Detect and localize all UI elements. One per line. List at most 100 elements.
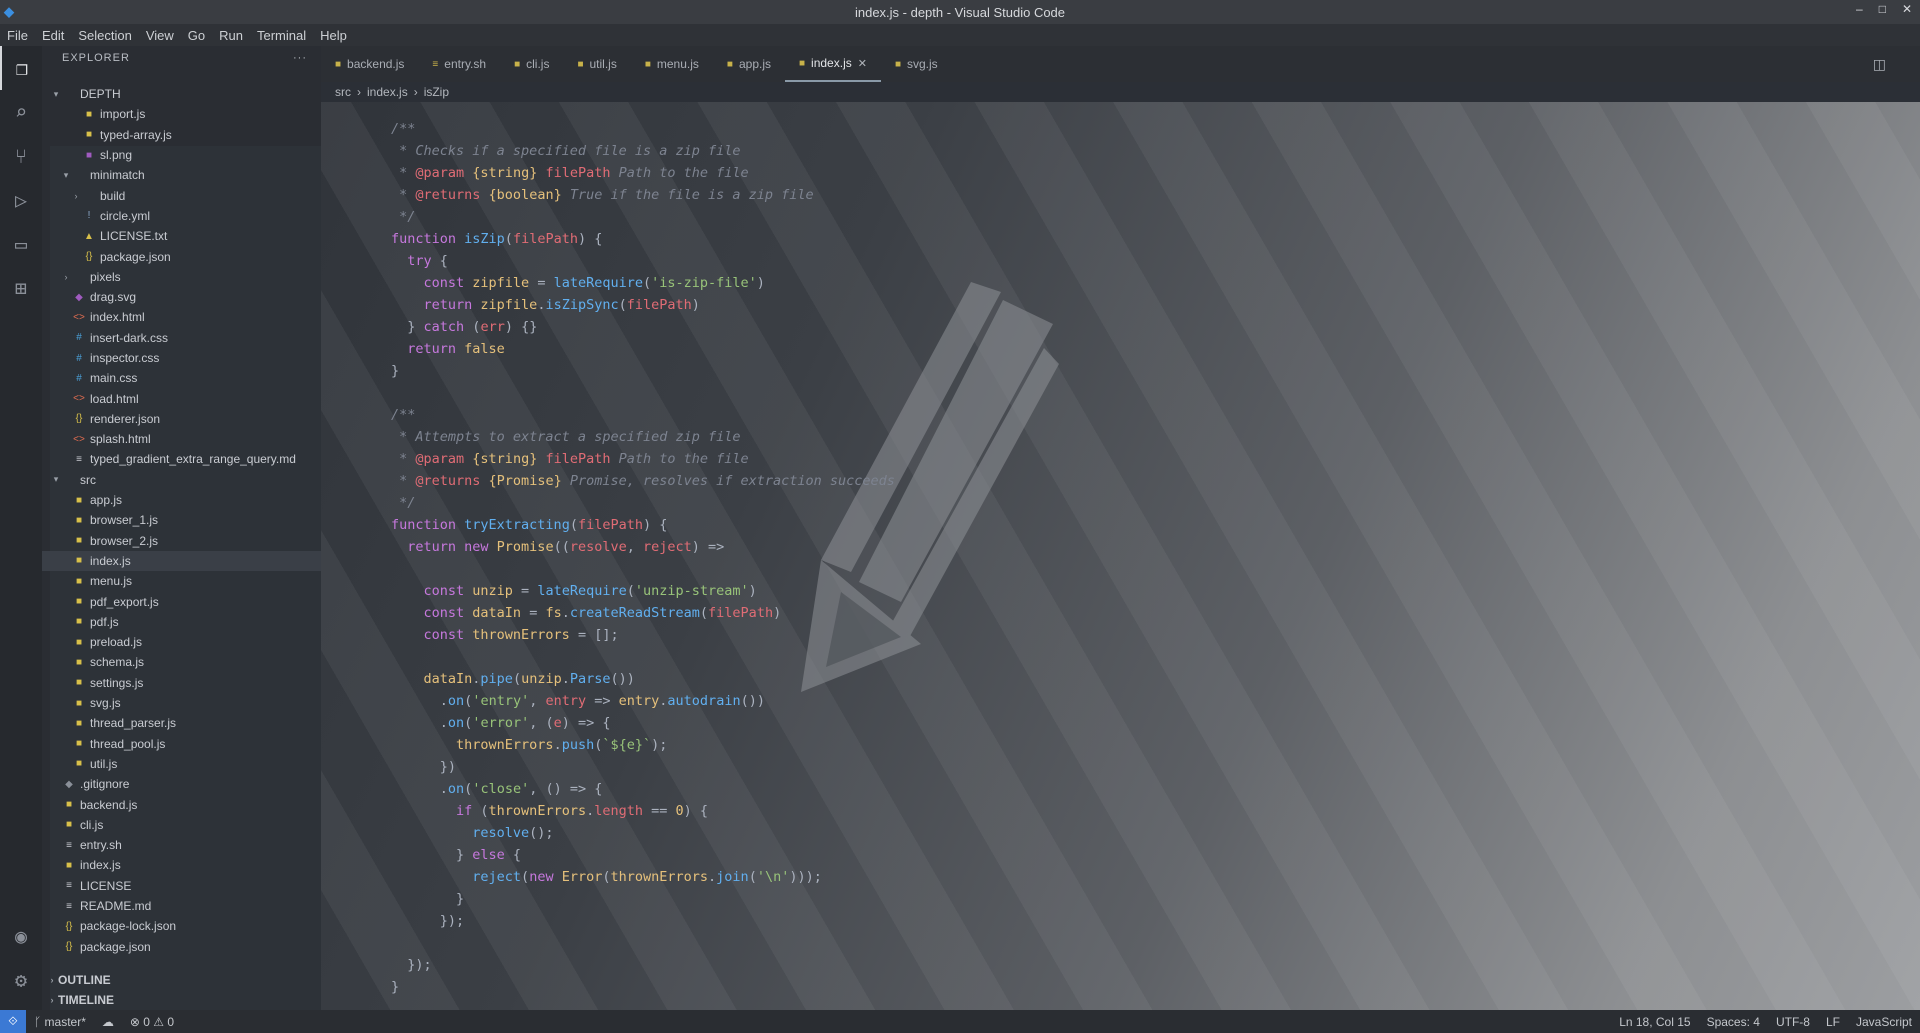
tree-file[interactable]: ■ pdf.js — [42, 612, 321, 632]
account-icon[interactable]: ◉ — [0, 914, 42, 958]
menu-file[interactable]: File — [0, 28, 35, 43]
tree-folder[interactable]: ▾ DEPTH — [42, 84, 321, 104]
tree-file[interactable]: <> splash.html — [42, 429, 321, 449]
breadcrumb-item[interactable]: src — [335, 85, 351, 99]
file-type-icon: ■ — [65, 799, 73, 811]
settings-gear-icon[interactable]: ⚙ — [0, 958, 42, 1002]
sync-icon[interactable]: ☁ — [94, 1015, 122, 1029]
tree-folder[interactable]: ▾ minimatch — [42, 165, 321, 185]
code-token: function — [391, 231, 465, 247]
language-mode[interactable]: JavaScript — [1848, 1015, 1920, 1029]
minimize-button[interactable]: – — [1856, 2, 1863, 16]
tree-file[interactable]: # inspector.css — [42, 348, 321, 368]
tree-file[interactable]: ■ preload.js — [42, 632, 321, 652]
code-editor[interactable]: /** * Checks if a specified file is a zi… — [321, 102, 1920, 1010]
tree-file[interactable]: ■ browser_2.js — [42, 531, 321, 551]
encoding[interactable]: UTF-8 — [1768, 1015, 1818, 1029]
code-token: , — [626, 539, 644, 555]
tree-file[interactable]: ■ util.js — [42, 754, 321, 774]
close-button[interactable]: ✕ — [1902, 2, 1912, 16]
tree-folder[interactable]: › build — [42, 185, 321, 205]
tree-file[interactable]: ■ browser_1.js — [42, 510, 321, 530]
run-debug-icon[interactable]: ▷ — [0, 178, 42, 222]
code-token: return — [391, 341, 465, 357]
menu-selection[interactable]: Selection — [71, 28, 138, 43]
split-editor-icon[interactable]: ◫ — [1873, 56, 1886, 73]
code-token: Error — [561, 869, 603, 885]
menu-edit[interactable]: Edit — [35, 28, 71, 43]
tree-file[interactable]: ■ import.js — [42, 104, 321, 124]
tree-file[interactable]: ■ menu.js — [42, 571, 321, 591]
tree-folder[interactable]: ▾ src — [42, 470, 321, 490]
problems-count[interactable]: ⊗ 0 ⚠ 0 — [122, 1015, 182, 1029]
remote-indicator-icon[interactable]: ⟐ — [0, 1010, 26, 1033]
maximize-button[interactable]: □ — [1879, 2, 1886, 16]
tab-label: menu.js — [656, 57, 699, 71]
tree-file[interactable]: ■ app.js — [42, 490, 321, 510]
git-branch[interactable]: ᚴ master* — [26, 1015, 94, 1029]
end-of-line[interactable]: LF — [1818, 1015, 1848, 1029]
tree-folder[interactable]: › pixels — [42, 267, 321, 287]
tab-util-js[interactable]: ■ util.js — [563, 46, 630, 82]
tree-file[interactable]: ≡ LICENSE — [42, 876, 321, 896]
tree-file[interactable]: ■ pdf_export.js — [42, 591, 321, 611]
tab-app-js[interactable]: ■ app.js — [713, 46, 785, 82]
file-type-icon: ≡ — [66, 839, 72, 851]
tree-file[interactable]: ≡ entry.sh — [42, 835, 321, 855]
cursor-position[interactable]: Ln 18, Col 15 — [1611, 1015, 1698, 1029]
tree-file[interactable]: ! circle.yml — [42, 206, 321, 226]
tab-entry-sh[interactable]: ≡ entry.sh — [418, 46, 500, 82]
tree-file[interactable]: ■ thread_pool.js — [42, 734, 321, 754]
menu-help[interactable]: Help — [313, 28, 354, 43]
tree-file[interactable]: # insert-dark.css — [42, 328, 321, 348]
tab-backend-js[interactable]: ■ backend.js — [321, 46, 418, 82]
tree-file[interactable]: ≡ README.md — [42, 896, 321, 916]
tree-file[interactable]: {} renderer.json — [42, 409, 321, 429]
search-icon[interactable]: ⌕ — [0, 90, 42, 134]
tree-file[interactable]: ▲ LICENSE.txt — [42, 226, 321, 246]
menu-go[interactable]: Go — [181, 28, 212, 43]
tree-file[interactable]: ■ index.js — [42, 550, 321, 572]
section-timeline[interactable]: › TIMELINE — [42, 990, 321, 1010]
breadcrumb-item[interactable]: isZip — [424, 85, 449, 99]
close-tab-icon[interactable]: ✕ — [858, 57, 867, 70]
tree-file[interactable]: ≡ typed_gradient_extra_range_query.md — [42, 449, 321, 469]
tree-file[interactable]: ■ settings.js — [42, 673, 321, 693]
tree-file[interactable]: ■ schema.js — [42, 652, 321, 672]
tree-file[interactable]: ■ backend.js — [42, 794, 321, 814]
tree-file[interactable]: <> load.html — [42, 388, 321, 408]
files-icon[interactable]: ❐ — [0, 46, 42, 90]
tab-menu-js[interactable]: ■ menu.js — [631, 46, 713, 82]
menu-run[interactable]: Run — [212, 28, 250, 43]
tree-file[interactable]: ■ cli.js — [42, 815, 321, 835]
tree-file[interactable]: ◆ drag.svg — [42, 287, 321, 307]
section-outline[interactable]: › OUTLINE — [42, 970, 321, 990]
tab-label: cli.js — [526, 57, 550, 71]
source-control-icon[interactable]: ⑂ — [0, 134, 42, 178]
tree-file[interactable]: ■ typed-array.js — [42, 125, 321, 145]
tab-cli-js[interactable]: ■ cli.js — [500, 46, 563, 82]
menu-terminal[interactable]: Terminal — [250, 28, 313, 43]
code-token: {boolean} — [480, 187, 562, 203]
tree-file[interactable]: {} package.json — [42, 936, 321, 956]
tree-file[interactable]: ■ sl.png — [42, 145, 321, 165]
tab-index-js[interactable]: ■ index.js ✕ — [785, 46, 881, 82]
tree-file[interactable]: ■ index.js — [42, 855, 321, 875]
tree-file[interactable]: ■ thread_parser.js — [42, 713, 321, 733]
more-actions-icon[interactable]: ··· — [293, 52, 307, 64]
remote-explorer-icon[interactable]: ▭ — [0, 222, 42, 266]
indentation[interactable]: Spaces: 4 — [1699, 1015, 1768, 1029]
tree-file[interactable]: ◆ .gitignore — [42, 774, 321, 794]
code-content[interactable]: /** * Checks if a specified file is a zi… — [391, 118, 895, 998]
tree-file[interactable]: {} package.json — [42, 246, 321, 266]
tab-svg-js[interactable]: ■ svg.js — [881, 46, 952, 82]
extensions-icon[interactable]: ⊞ — [0, 266, 42, 310]
tree-file[interactable]: {} package-lock.json — [42, 916, 321, 936]
breadcrumb-item[interactable]: index.js — [367, 85, 408, 99]
menu-view[interactable]: View — [139, 28, 181, 43]
tree-file[interactable]: # main.css — [42, 368, 321, 388]
tree-file[interactable]: <> index.html — [42, 307, 321, 327]
code-token: zipfile — [472, 275, 530, 291]
tree-item-label: menu.js — [90, 574, 133, 589]
tree-file[interactable]: ■ svg.js — [42, 693, 321, 713]
